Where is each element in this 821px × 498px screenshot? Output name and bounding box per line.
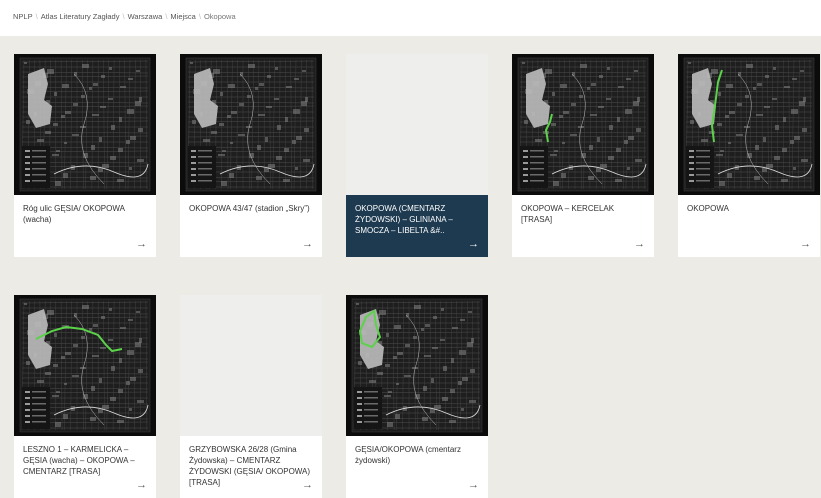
card-caption: GRZYBOWSKA 26/28 (Gmina Żydowska) – CMEN… — [180, 436, 322, 498]
map-thumbnail[interactable] — [512, 54, 654, 195]
arrow-right-icon[interactable]: → — [302, 480, 313, 491]
arrow-right-icon[interactable]: → — [468, 480, 479, 491]
place-card[interactable]: Róg ulic GĘSIA/ OKOPOWA (wacha) → — [14, 54, 156, 257]
card-title[interactable]: GĘSIA/OKOPOWA (cmentarz żydowski) — [355, 444, 479, 466]
place-card[interactable]: GĘSIA/OKOPOWA (cmentarz żydowski) → — [346, 295, 488, 498]
breadcrumb-separator: \ — [122, 12, 125, 21]
breadcrumb-item-miejsca[interactable]: Miejsca — [170, 12, 195, 21]
breadcrumb-item-atlas[interactable]: Atlas Literatury Zagłady — [41, 12, 120, 21]
map-thumbnail[interactable] — [678, 54, 820, 195]
thumbnail-placeholder[interactable] — [346, 54, 488, 195]
arrow-right-icon[interactable]: → — [468, 239, 479, 250]
thumbnail-placeholder[interactable] — [180, 295, 322, 436]
arrow-right-icon[interactable]: → — [800, 239, 811, 250]
arrow-right-icon[interactable]: → — [634, 239, 645, 250]
breadcrumb-bar: NPLP \ Atlas Literatury Zagłady \ Warszawa \ M… — [0, 0, 821, 36]
breadcrumb: NPLP \ Atlas Literatury Zagłady \ Warszawa \ M… — [13, 12, 236, 21]
map-thumbnail[interactable] — [346, 295, 488, 436]
card-title[interactable]: OKOPOWA — [687, 203, 811, 214]
place-card[interactable]: OKOPOWA (CMENTARZ ŻYDOWSKI) – GLINIANA –… — [346, 54, 488, 257]
card-caption: OKOPOWA → — [678, 195, 820, 257]
arrow-right-icon[interactable]: → — [302, 239, 313, 250]
card-title[interactable]: OKOPOWA – KERCELAK [TRASA] — [521, 203, 645, 225]
place-card[interactable]: OKOPOWA – KERCELAK [TRASA] → — [512, 54, 654, 257]
card-caption: Róg ulic GĘSIA/ OKOPOWA (wacha) → — [14, 195, 156, 257]
map-thumbnail[interactable] — [14, 54, 156, 195]
breadcrumb-separator: \ — [35, 12, 38, 21]
place-card[interactable]: GRZYBOWSKA 26/28 (Gmina Żydowska) – CMEN… — [180, 295, 322, 498]
place-card[interactable]: OKOPOWA 43/47 (stadion „Skry”) → — [180, 54, 322, 257]
breadcrumb-separator: \ — [198, 12, 201, 21]
card-caption: GĘSIA/OKOPOWA (cmentarz żydowski) → — [346, 436, 488, 498]
card-caption: OKOPOWA (CMENTARZ ŻYDOWSKI) – GLINIANA –… — [346, 195, 488, 257]
place-card[interactable]: LESZNO 1 – KARMELICKA – GĘSIA (wacha) – … — [14, 295, 156, 498]
card-caption: OKOPOWA – KERCELAK [TRASA] → — [512, 195, 654, 257]
card-title[interactable]: Róg ulic GĘSIA/ OKOPOWA (wacha) — [23, 203, 147, 225]
arrow-right-icon[interactable]: → — [136, 239, 147, 250]
arrow-right-icon[interactable]: → — [136, 480, 147, 491]
card-title[interactable]: LESZNO 1 – KARMELICKA – GĘSIA (wacha) – … — [23, 444, 147, 477]
breadcrumb-item-current: Okopowa — [203, 12, 236, 21]
card-caption: LESZNO 1 – KARMELICKA – GĘSIA (wacha) – … — [14, 436, 156, 498]
card-title[interactable]: GRZYBOWSKA 26/28 (Gmina Żydowska) – CMEN… — [189, 444, 313, 488]
card-title[interactable]: OKOPOWA 43/47 (stadion „Skry”) — [189, 203, 313, 214]
map-thumbnail[interactable] — [180, 54, 322, 195]
breadcrumb-item-warszawa[interactable]: Warszawa — [128, 12, 163, 21]
breadcrumb-item-nplp[interactable]: NPLP — [13, 12, 33, 21]
card-title[interactable]: OKOPOWA (CMENTARZ ŻYDOWSKI) – GLINIANA –… — [355, 203, 479, 236]
place-card[interactable]: OKOPOWA → — [678, 54, 820, 257]
breadcrumb-separator: \ — [165, 12, 168, 21]
card-caption: OKOPOWA 43/47 (stadion „Skry”) → — [180, 195, 322, 257]
map-thumbnail[interactable] — [14, 295, 156, 436]
